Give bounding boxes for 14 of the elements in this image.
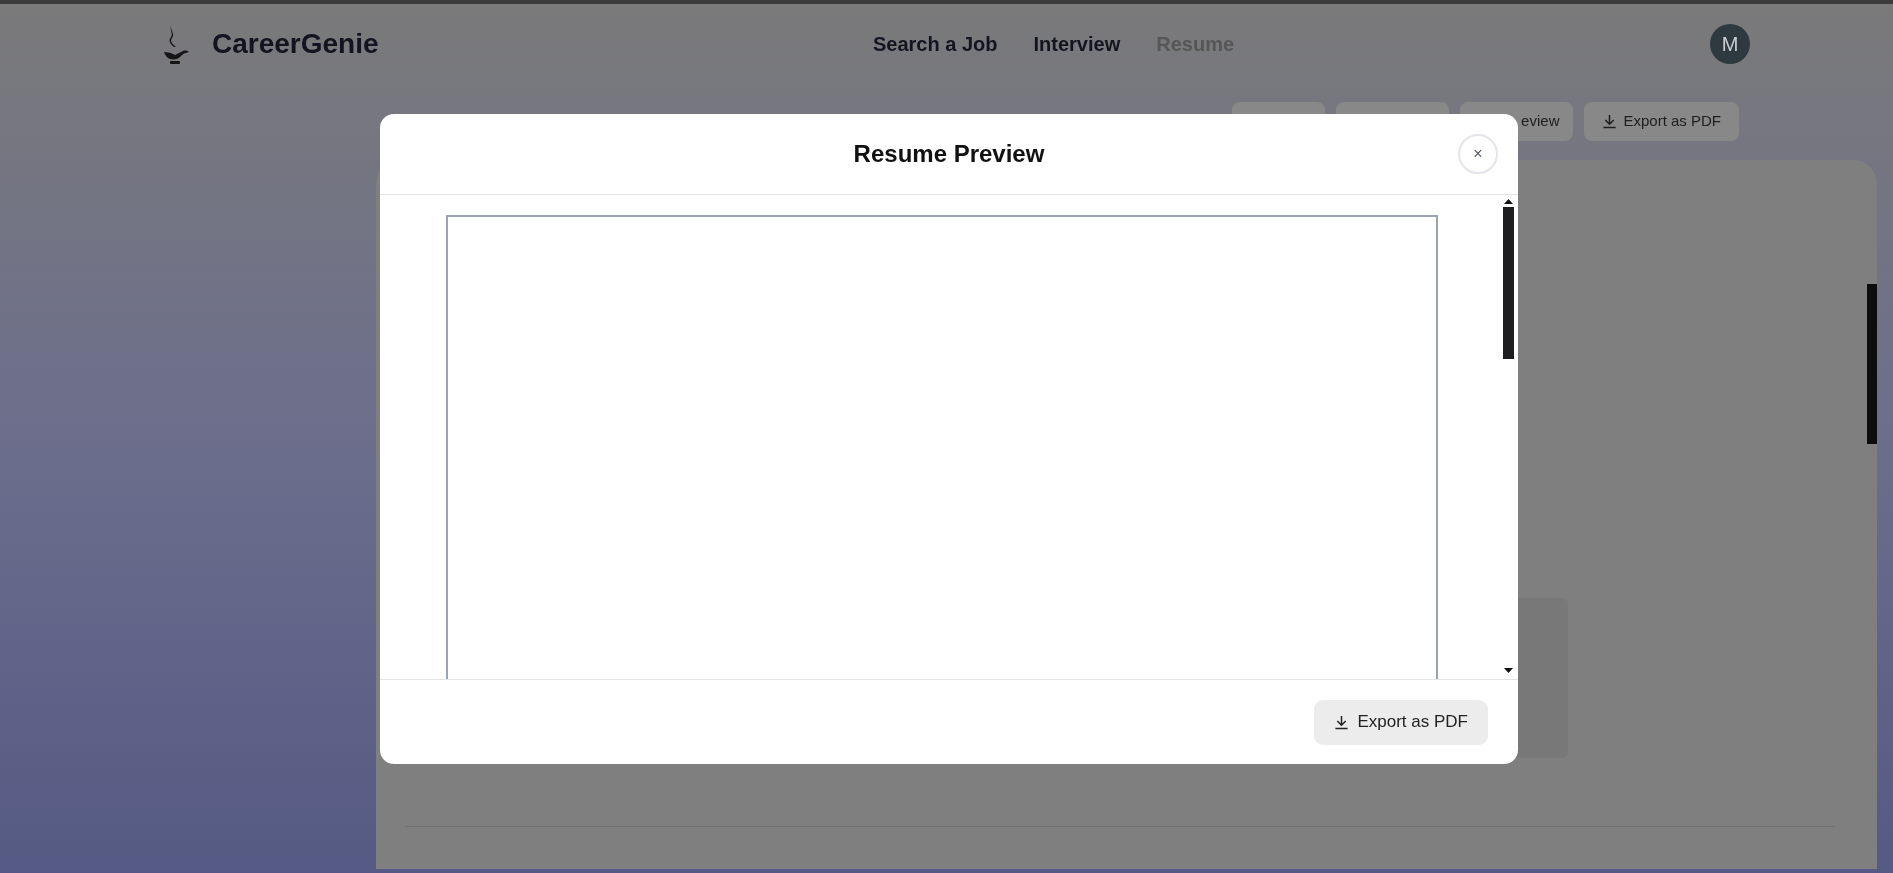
download-icon	[1602, 114, 1618, 129]
scrollbar[interactable]	[1503, 207, 1514, 359]
brand-name: CareerGenie	[212, 27, 379, 61]
close-button[interactable]: ×	[1458, 134, 1498, 174]
scroll-down-icon[interactable]	[1504, 668, 1513, 673]
nav-link[interactable]: Search a Job	[873, 29, 998, 59]
export-button[interactable]: Export as PDF	[1314, 699, 1488, 745]
toolbar-button[interactable]: Export as PDF	[1584, 102, 1739, 141]
avatar[interactable]: M	[1710, 24, 1750, 64]
scroll-up-icon[interactable]	[1504, 199, 1513, 204]
dialog-title: Resume Preview	[853, 139, 1045, 169]
download-icon	[1334, 714, 1350, 730]
scrollbar[interactable]	[1867, 284, 1877, 444]
nav-link[interactable]: Interview	[1033, 29, 1121, 59]
